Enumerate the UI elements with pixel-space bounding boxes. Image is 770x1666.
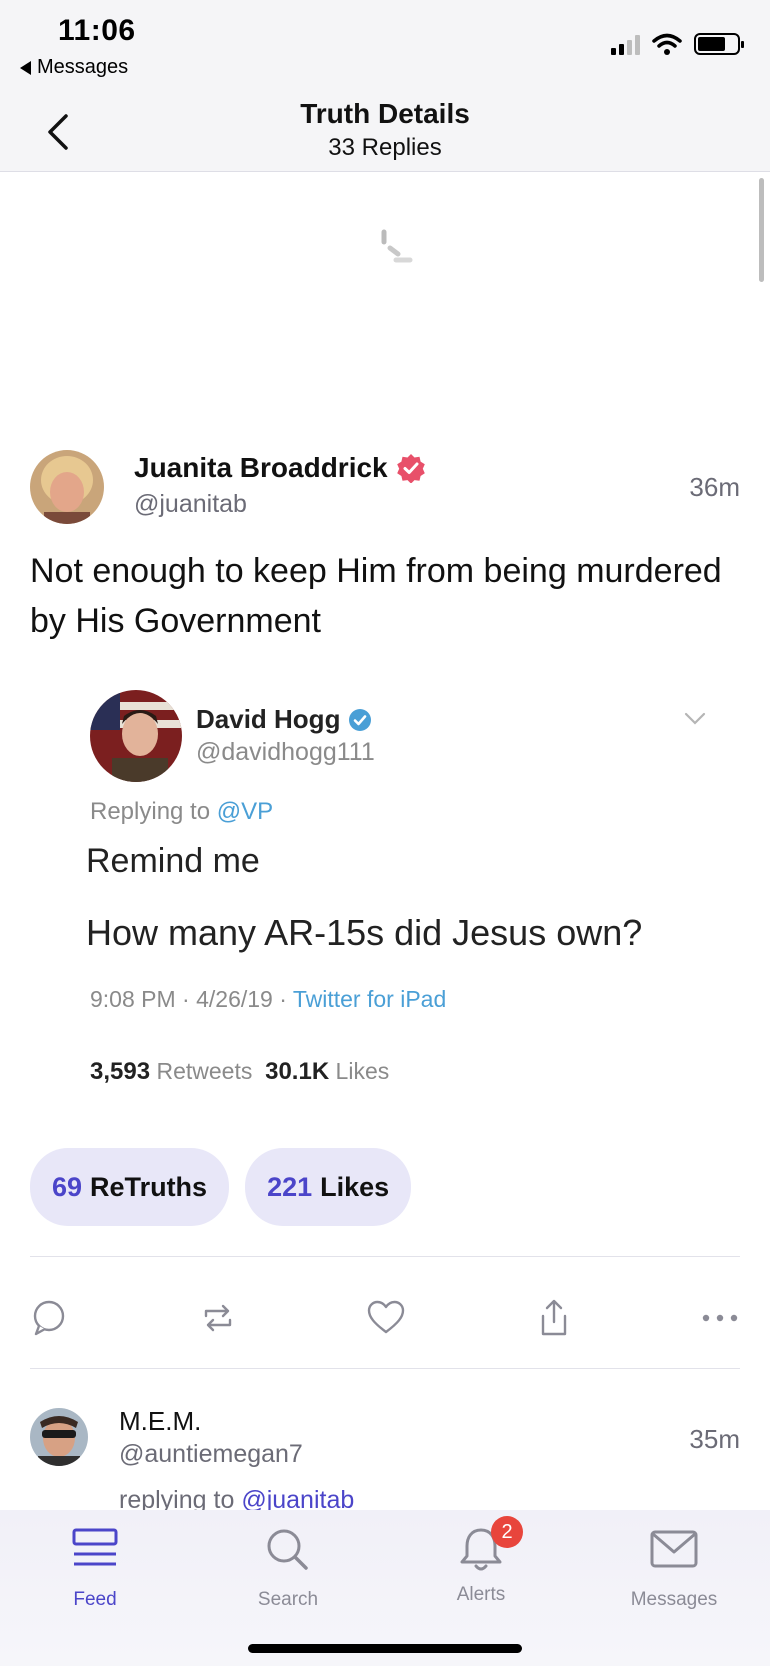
status-time: 11:06 bbox=[58, 14, 136, 47]
divider bbox=[30, 1256, 740, 1257]
feed-icon bbox=[72, 1528, 118, 1566]
cellular-signal-icon bbox=[611, 33, 640, 55]
post-text: Not enough to keep Him from being murder… bbox=[30, 552, 722, 640]
stats-pills: 69 ReTruths 221 Likes bbox=[30, 1148, 412, 1226]
embedded-avatar bbox=[90, 690, 182, 782]
chevron-down-icon bbox=[684, 712, 706, 725]
tab-search[interactable]: Search bbox=[218, 1526, 358, 1611]
author-name[interactable]: Juanita Broaddrick bbox=[134, 452, 426, 484]
embedded-text-line1: Remind me bbox=[86, 842, 260, 880]
scrollbar[interactable] bbox=[759, 178, 764, 282]
bell-icon-wrap: 2 bbox=[455, 1516, 523, 1574]
twitter-verified-icon bbox=[349, 708, 372, 731]
tab-label: Alerts bbox=[456, 1584, 506, 1605]
home-indicator[interactable] bbox=[248, 1644, 522, 1653]
alerts-badge: 2 bbox=[491, 1516, 523, 1548]
share-icon[interactable] bbox=[534, 1298, 574, 1338]
top-bar: 11:06 Messages Truth Details 33 Replies bbox=[0, 0, 770, 172]
tab-alerts[interactable]: 2 Alerts bbox=[411, 1516, 551, 1606]
embedded-stats: 3,593 Retweets 30.1K Likes bbox=[90, 1058, 390, 1085]
tab-label: Messages bbox=[630, 1589, 718, 1610]
reply-author-handle[interactable]: @auntiemegan7 bbox=[119, 1440, 303, 1469]
battery-icon bbox=[694, 33, 744, 55]
more-icon[interactable] bbox=[700, 1298, 740, 1338]
heart-icon[interactable] bbox=[366, 1298, 406, 1338]
post-timestamp: 36m bbox=[689, 472, 740, 502]
back-triangle-icon bbox=[20, 60, 31, 75]
page-title: Truth Details bbox=[300, 98, 470, 129]
reply-avatar[interactable] bbox=[30, 1408, 88, 1466]
retruths-pill[interactable]: 69 ReTruths bbox=[30, 1148, 230, 1226]
back-to-app-link[interactable]: Messages bbox=[20, 56, 128, 79]
tab-bar: Feed Search 2 Alerts Messages bbox=[0, 1510, 770, 1666]
back-app-label: Messages bbox=[37, 56, 129, 78]
reply-author-name[interactable]: M.E.M. bbox=[119, 1406, 201, 1437]
tab-label: Search bbox=[257, 1589, 319, 1610]
tab-messages[interactable]: Messages bbox=[604, 1526, 744, 1611]
embedded-meta: 9:08 PM · 4/26/19 · Twitter for iPad bbox=[90, 986, 447, 1012]
embedded-name: David Hogg bbox=[196, 704, 372, 735]
author-handle[interactable]: @juanitab bbox=[134, 490, 247, 519]
embedded-replying-to: Replying to @VP bbox=[90, 798, 274, 825]
embedded-handle: @davidhogg111 bbox=[196, 738, 375, 766]
search-icon bbox=[267, 1529, 308, 1570]
envelope-icon bbox=[650, 1530, 698, 1568]
wifi-icon bbox=[652, 33, 682, 55]
divider bbox=[30, 1368, 740, 1369]
embedded-text-line2: How many AR-15s did Jesus own? bbox=[86, 912, 643, 953]
tab-label: Feed bbox=[73, 1589, 117, 1610]
reply-icon[interactable] bbox=[30, 1298, 70, 1338]
author-avatar[interactable] bbox=[30, 450, 104, 524]
status-icons bbox=[611, 33, 744, 55]
action-bar bbox=[30, 1298, 740, 1346]
loading-spinner-icon bbox=[381, 229, 413, 263]
embedded-tweet-image[interactable]: David Hogg @davidhogg111 Replying to @VP… bbox=[84, 680, 724, 1100]
verified-badge-icon bbox=[396, 454, 425, 483]
reply-timestamp: 35m bbox=[689, 1424, 740, 1454]
retruth-icon[interactable] bbox=[198, 1298, 238, 1338]
replies-count: 33 Replies bbox=[328, 134, 442, 161]
likes-pill[interactable]: 221 Likes bbox=[245, 1148, 412, 1226]
tab-feed[interactable]: Feed bbox=[25, 1526, 165, 1611]
